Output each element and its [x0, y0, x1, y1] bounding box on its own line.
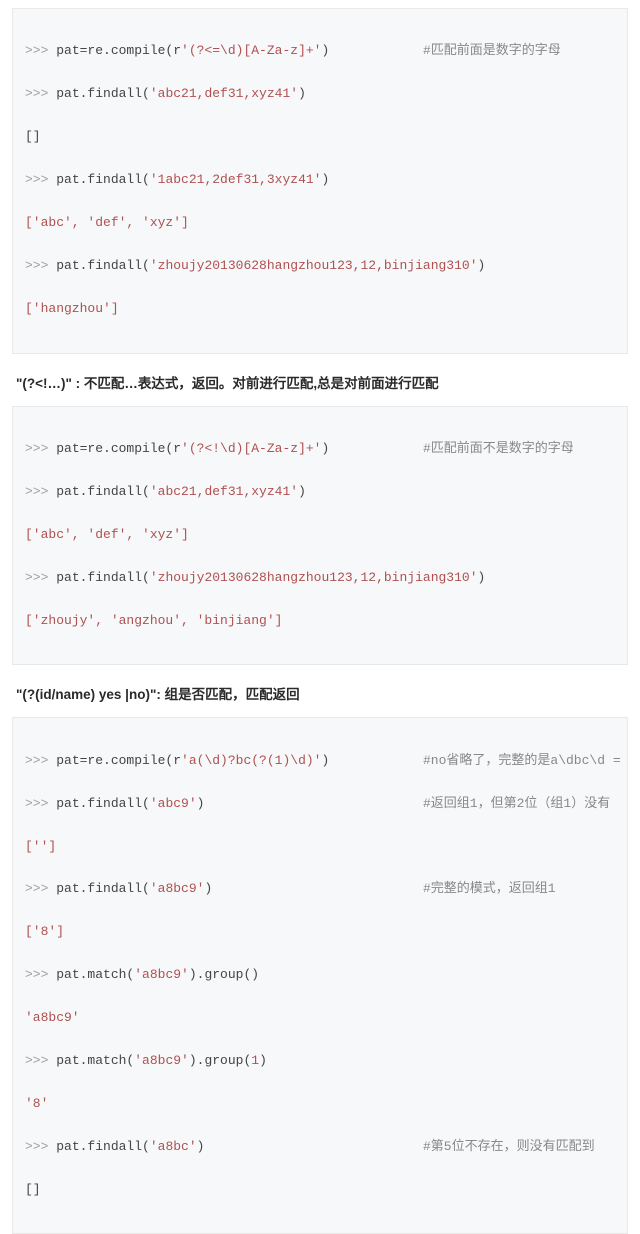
string-literal: 'zhoujy20130628hangzhou123,12,binjiang31…: [150, 570, 478, 585]
code-text: ): [321, 441, 329, 456]
prompt: >>>: [25, 967, 56, 982]
code-text: pat.findall(: [56, 258, 150, 273]
code-text: pat.findall(: [56, 86, 150, 101]
string-literal: '1abc21,2def31,3xyz41': [150, 172, 322, 187]
code-text: pat=re.compile(r: [56, 441, 181, 456]
code-text: pat.findall(: [56, 1139, 150, 1154]
code-line: >>> pat.findall('abc21,def31,xyz41'): [25, 481, 615, 502]
code-line: >>> pat.findall('abc21,def31,xyz41'): [25, 83, 615, 104]
prompt: >>>: [25, 86, 56, 101]
comment: #返回组1，但第2位（组1）没有: [423, 793, 610, 814]
section-heading-1: "(?<!…)" : 不匹配…表达式，返回。对前进行匹配,总是对前面进行匹配: [0, 370, 640, 398]
code-line: >>> pat=re.compile(r'a(\d)?bc(?(1)\d)')#…: [25, 750, 615, 771]
code-line: >>> pat.findall('1abc21,2def31,3xyz41'): [25, 169, 615, 190]
code-text: pat=re.compile(r: [56, 753, 181, 768]
output-line: ['zhoujy', 'angzhou', 'binjiang']: [25, 610, 615, 631]
code-text: ): [298, 484, 306, 499]
code-text: ): [321, 753, 329, 768]
code-text: pat.findall(: [56, 484, 150, 499]
output-line: ['abc', 'def', 'xyz']: [25, 524, 615, 545]
output-line: []: [25, 126, 615, 147]
comment: #完整的模式，返回组1: [423, 878, 556, 899]
code-text: ): [321, 172, 329, 187]
code-text: pat=re.compile(r: [56, 43, 181, 58]
code-block-2: >>> pat=re.compile(r'(?<!\d)[A-Za-z]+') #…: [12, 406, 628, 666]
comment: #no省略了，完整的是a\dbc\d =: [423, 750, 621, 771]
code-text: ): [298, 86, 306, 101]
number-literal: 1: [251, 1053, 259, 1068]
prompt: >>>: [25, 441, 56, 456]
code-block-3: >>> pat=re.compile(r'a(\d)?bc(?(1)\d)') #…: [12, 717, 628, 1234]
code-text: pat.match(: [56, 1053, 134, 1068]
code-text: ): [321, 43, 329, 58]
output-line: []: [25, 1179, 615, 1200]
code-text: pat.findall(: [56, 570, 150, 585]
code-text: ): [259, 1053, 267, 1068]
prompt: >>>: [25, 796, 56, 811]
prompt: >>>: [25, 881, 56, 896]
output-line: ['abc', 'def', 'xyz']: [25, 212, 615, 233]
string-literal: '(?<=\d)[A-Za-z]+': [181, 43, 321, 58]
string-literal: 'a8bc9': [134, 1053, 189, 1068]
prompt: >>>: [25, 753, 56, 768]
code-line: >>> pat=re.compile(r'(?<=\d)[A-Za-z]+') #…: [25, 40, 615, 61]
code-text: pat.match(: [56, 967, 134, 982]
section-heading-2: "(?(id/name) yes |no)": 组是否匹配，匹配返回: [0, 681, 640, 709]
prompt: >>>: [25, 43, 56, 58]
code-block-1: >>> pat=re.compile(r'(?<=\d)[A-Za-z]+') #…: [12, 8, 628, 354]
code-line: >>> pat.findall('zhoujy20130628hangzhou1…: [25, 567, 615, 588]
code-line: >>> pat.match('a8bc9').group(1): [25, 1050, 615, 1071]
string-literal: 'a(\d)?bc(?(1)\d)': [181, 753, 321, 768]
code-text: ): [478, 258, 486, 273]
prompt: >>>: [25, 484, 56, 499]
code-line: >>> pat.findall('abc9') #返回组1，但第2位（组1）没有: [25, 793, 615, 814]
code-text: ): [197, 1139, 205, 1154]
comment: #匹配前面是数字的字母: [423, 40, 561, 61]
string-literal: 'a8bc9': [150, 881, 205, 896]
code-text: ): [478, 570, 486, 585]
code-line: >>> pat.findall('a8bc') #第5位不存在，则没有匹配到: [25, 1136, 615, 1157]
prompt: >>>: [25, 258, 56, 273]
prompt: >>>: [25, 1053, 56, 1068]
comment: #第5位不存在，则没有匹配到: [423, 1136, 595, 1157]
string-literal: 'abc21,def31,xyz41': [150, 86, 298, 101]
string-literal: '(?<!\d)[A-Za-z]+': [181, 441, 321, 456]
string-literal: 'abc9': [150, 796, 197, 811]
code-line: >>> pat=re.compile(r'(?<!\d)[A-Za-z]+') #…: [25, 438, 615, 459]
output-line: ['']: [25, 836, 615, 857]
prompt: >>>: [25, 570, 56, 585]
output-line: 'a8bc9': [25, 1007, 615, 1028]
code-line: >>> pat.findall('zhoujy20130628hangzhou1…: [25, 255, 615, 276]
code-text: pat.findall(: [56, 881, 150, 896]
code-text: ): [204, 881, 212, 896]
code-text: pat.findall(: [56, 796, 150, 811]
string-literal: 'a8bc': [150, 1139, 197, 1154]
code-text: pat.findall(: [56, 172, 150, 187]
output-line: '8': [25, 1093, 615, 1114]
code-line: >>> pat.findall('a8bc9') #完整的模式，返回组1: [25, 878, 615, 899]
string-literal: 'a8bc9': [134, 967, 189, 982]
code-text: ): [197, 796, 205, 811]
prompt: >>>: [25, 172, 56, 187]
output-line: ['8']: [25, 921, 615, 942]
prompt: >>>: [25, 1139, 56, 1154]
code-text: ).group(): [189, 967, 259, 982]
output-line: ['hangzhou']: [25, 298, 615, 319]
code-line: >>> pat.match('a8bc9').group(): [25, 964, 615, 985]
string-literal: 'abc21,def31,xyz41': [150, 484, 298, 499]
comment: #匹配前面不是数字的字母: [423, 438, 574, 459]
code-text: ).group(: [189, 1053, 251, 1068]
string-literal: 'zhoujy20130628hangzhou123,12,binjiang31…: [150, 258, 478, 273]
